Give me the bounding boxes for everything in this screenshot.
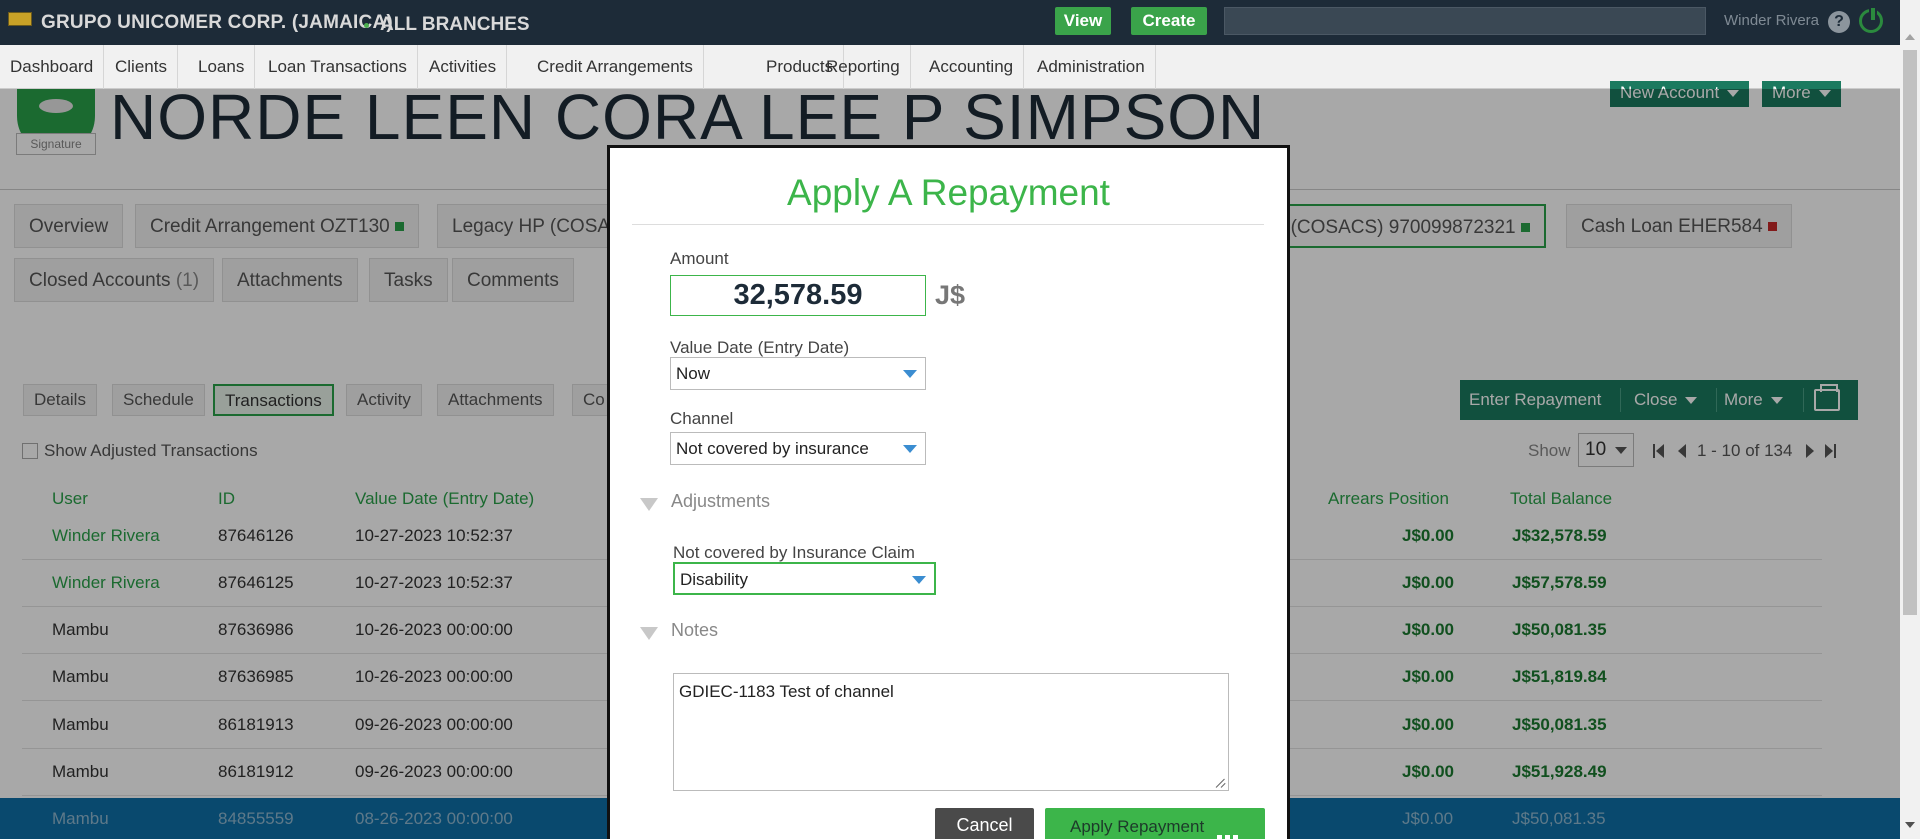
resize-handle-icon[interactable] (1216, 778, 1226, 788)
dialog-title: Apply A Repayment (787, 172, 1110, 213)
top-bar: GRUPO UNICOMER CORP. (JAMAICA) ALL BRANC… (0, 0, 1900, 45)
organization-name: GRUPO UNICOMER CORP. (JAMAICA) (41, 12, 393, 33)
adjustments-section-label[interactable]: Adjustments (671, 491, 770, 512)
insurance-claim-value: Disability (680, 570, 749, 589)
notes-textarea[interactable]: GDIEC-1183 Test of channel (673, 673, 1229, 791)
dropdown-arrow-icon (912, 576, 926, 584)
loading-bars-icon (1217, 822, 1241, 839)
user-menu[interactable]: Winder Rivera (1724, 12, 1819, 29)
cancel-button[interactable]: Cancel (935, 808, 1034, 839)
notes-collapse-icon[interactable] (640, 627, 658, 640)
branch-selector[interactable]: ALL BRANCHES (380, 14, 530, 36)
insurance-claim-label: Not covered by Insurance Claim (673, 543, 915, 562)
channel-label: Channel (670, 409, 734, 428)
power-icon[interactable] (1859, 6, 1883, 33)
jamaica-flag-icon (8, 12, 32, 26)
scroll-down-arrow-icon[interactable] (1905, 822, 1915, 828)
channel-select[interactable]: Not covered by insurance (670, 432, 926, 465)
apply-repayment-button[interactable]: Apply Repayment (1045, 808, 1265, 839)
apply-repayment-dialog: Apply A Repayment Amount 32,578.59 J$ Va… (607, 145, 1290, 839)
amount-label: Amount (670, 249, 729, 268)
create-button[interactable]: Create (1131, 7, 1207, 35)
nav-dashboard[interactable]: Dashboard (0, 45, 105, 89)
help-icon[interactable]: ? (1828, 11, 1850, 33)
dialog-divider (632, 224, 1264, 225)
scroll-up-arrow-icon[interactable] (1905, 34, 1915, 40)
currency-label: J$ (935, 280, 966, 310)
notes-section-label[interactable]: Notes (671, 620, 718, 641)
search-input[interactable] (1224, 7, 1706, 35)
page-scrollbar[interactable] (1900, 0, 1920, 839)
value-date-value: Now (676, 364, 711, 383)
value-date-select[interactable]: Now (670, 357, 926, 390)
apply-repayment-label: Apply Repayment (1070, 817, 1205, 836)
branch-status-dot (364, 23, 369, 28)
view-button[interactable]: View (1055, 7, 1111, 35)
channel-value: Not covered by insurance (676, 439, 869, 458)
amount-input[interactable]: 32,578.59 (670, 275, 926, 316)
dropdown-arrow-icon (903, 370, 917, 378)
insurance-claim-select[interactable]: Disability (673, 562, 936, 595)
dropdown-arrow-icon (903, 445, 917, 453)
adjustments-collapse-icon[interactable] (640, 498, 658, 511)
scroll-thumb[interactable] (1903, 50, 1917, 615)
value-date-label: Value Date (Entry Date) (670, 338, 850, 357)
